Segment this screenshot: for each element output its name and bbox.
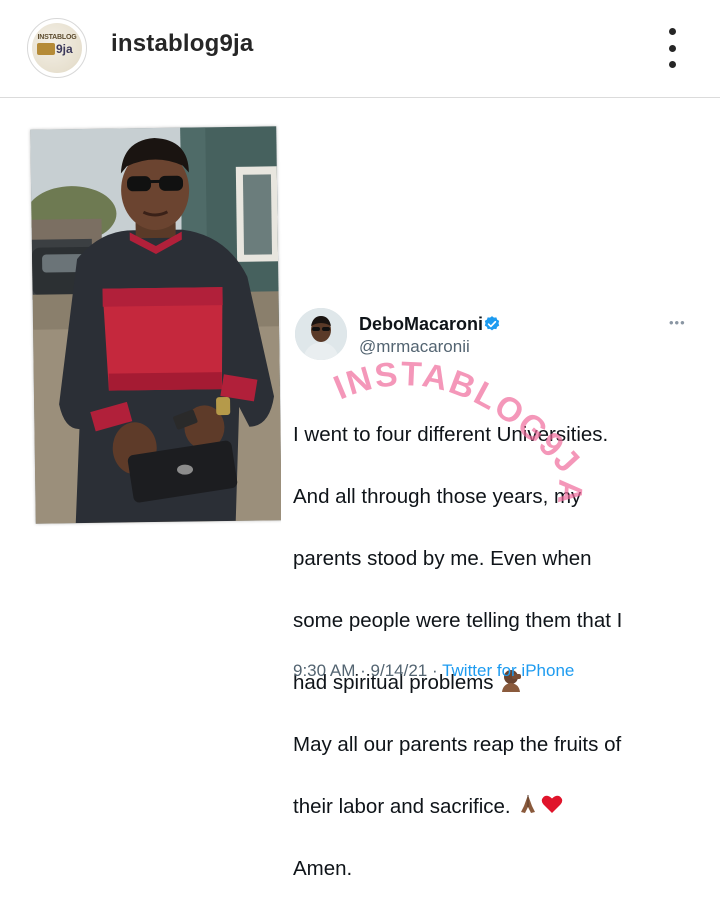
tweet-card: DeboMacaroni @mrmacaronii ••• I went to … (281, 296, 695, 880)
meta-separator: · (431, 661, 438, 680)
tweet-line: I went to four different Universities. (293, 423, 609, 446)
tweet-date[interactable]: 9/14/21 (371, 661, 428, 680)
tweet-line: And all through those years, my (293, 485, 582, 508)
praying-hands-emoji-icon (521, 795, 536, 813)
tweet-meta: 9:30 AM · 9/14/21 · Twitter for iPhone (293, 661, 574, 681)
tweet-author-name[interactable]: DeboMacaroni (359, 314, 483, 335)
username-link[interactable]: instablog9ja (111, 30, 253, 58)
dot (668, 44, 676, 52)
author-avatar-illustration (295, 308, 347, 360)
verified-badge-icon (484, 316, 500, 331)
avatar-logo-number: 9ja (56, 42, 73, 56)
profile-avatar[interactable]: INSTABLOG 9ja (27, 18, 87, 78)
instablog-logo-icon: INSTABLOG 9ja (32, 23, 82, 73)
tweet-line-with-emoji: their labor and sacrifice. (293, 791, 693, 822)
tweet-line: their labor and sacrifice. (293, 795, 511, 818)
post-photo (30, 126, 282, 524)
tweet-more-icon[interactable]: ••• (669, 315, 686, 330)
tweet-time[interactable]: 9:30 AM (293, 661, 355, 680)
tweet-author-handle[interactable]: @mrmacaronii (359, 337, 470, 357)
man-photo-illustration (30, 126, 282, 524)
tweet-line: parents stood by me. Even when (293, 547, 592, 570)
more-options-icon[interactable] (659, 28, 685, 68)
avatar-logo-badge (37, 43, 55, 55)
tweet-line: Amen. (293, 857, 353, 880)
avatar-logo-text: INSTABLOG (37, 34, 77, 41)
meta-separator: · (360, 661, 366, 680)
tweet-line: May all our parents reap the fruits of (293, 733, 622, 756)
post-header: INSTABLOG 9ja instablog9ja (0, 0, 720, 98)
dot (668, 28, 676, 35)
tweet-text: I went to four different Universities. A… (293, 388, 693, 915)
tweet-line: some people were telling them that I (293, 609, 623, 632)
red-heart-emoji-icon (542, 795, 563, 813)
tweet-author-avatar[interactable] (295, 308, 347, 360)
tweet-source-link[interactable]: Twitter for iPhone (442, 661, 574, 680)
dot (668, 61, 676, 68)
